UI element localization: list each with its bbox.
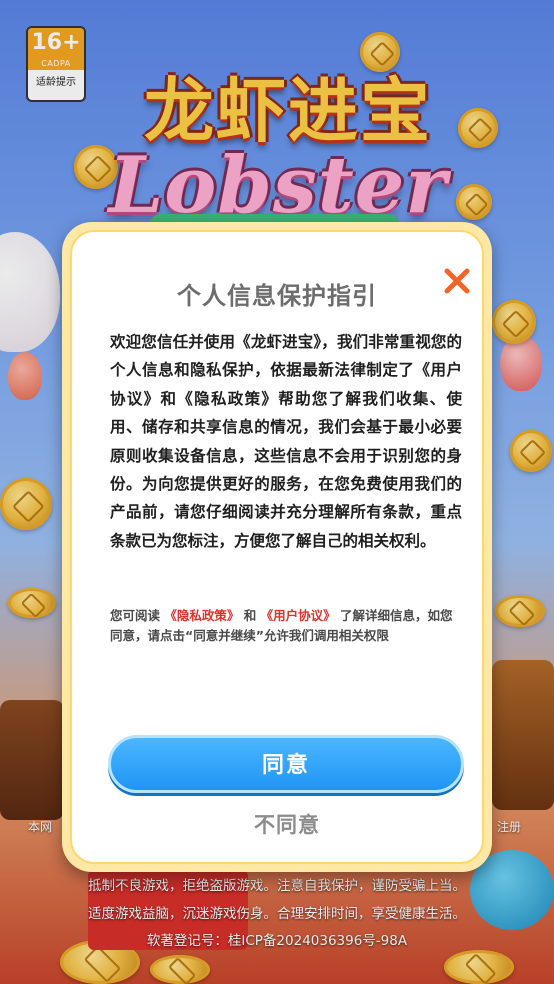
notice-prefix: 您可阅读 <box>110 608 161 623</box>
dialog-panel: 个人信息保护指引 欢迎您信任并使用《龙虾进宝》，我们非常重视您的个人信息和隐私保… <box>70 230 484 864</box>
dialog-title: 个人信息保护指引 <box>177 282 377 310</box>
user-agreement-link[interactable]: 《用户协议》 <box>261 608 336 623</box>
privacy-body-text: 欢迎您信任并使用《龙虾进宝》，我们非常重视您的个人信息和隐私保护，依据最新法律制… <box>110 333 462 550</box>
disagree-button[interactable]: 不同意 <box>222 807 352 843</box>
close-button[interactable] <box>440 264 474 298</box>
close-icon <box>444 268 470 294</box>
notice-and: 和 <box>243 608 257 623</box>
privacy-notice: 您可阅读 《隐私政策》 和 《用户协议》 了解详细信息，如您同意，请点击“同意并… <box>110 606 462 646</box>
agree-button[interactable]: 同意 <box>108 735 464 793</box>
privacy-policy-link[interactable]: 《隐私政策》 <box>164 608 239 623</box>
privacy-dialog: 个人信息保护指引 欢迎您信任并使用《龙虾进宝》，我们非常重视您的个人信息和隐私保… <box>62 222 492 872</box>
